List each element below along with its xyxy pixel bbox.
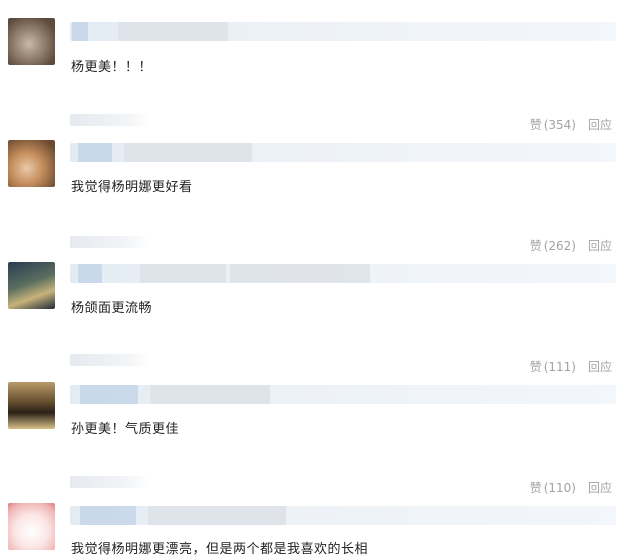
- blurred-username: [80, 506, 136, 525]
- blurred-username: [148, 506, 286, 525]
- comment-item: 我觉得杨明娜更漂亮，但是两个都是我喜欢的长相: [0, 0, 640, 557]
- avatar[interactable]: [8, 503, 55, 550]
- comment-text: 我觉得杨明娜更漂亮，但是两个都是我喜欢的长相: [71, 542, 369, 557]
